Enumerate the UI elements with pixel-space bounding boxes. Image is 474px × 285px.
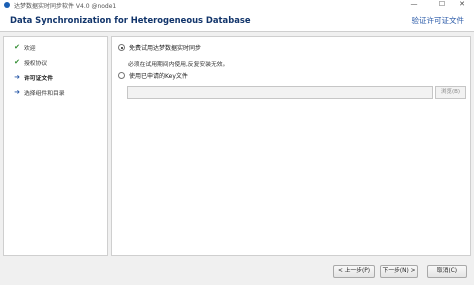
trial-option-label: 免费试用达梦数据实时同步 [129,45,202,52]
previous-button[interactable]: < 上一步(P) [333,265,375,278]
minimize-icon[interactable]: — [402,0,426,10]
key-file-option-label: 使用已申请的Key文件 [129,73,188,80]
key-file-option[interactable]: 使用已申请的Key文件 [118,71,188,80]
next-button[interactable]: 下一步(N) > [380,265,418,278]
step-label: 授权协议 [24,61,48,67]
check-icon: ✔ [14,58,20,66]
key-file-radio[interactable] [118,72,125,79]
current-step-arrow-icon: ➜ [14,73,20,81]
cancel-button[interactable]: 取消(C) [427,265,467,278]
browse-button[interactable]: 浏览(B) [435,86,466,99]
pending-step-arrow-icon: ➜ [14,88,20,96]
license-panel: 免费试用达梦数据实时同步 必须在试用期间内使用,反复安装无效。 使用已申请的Ke… [111,36,471,256]
key-file-path-input[interactable] [127,86,433,99]
step-components-directory: ➜ 选择组件和目录 [4,85,107,100]
product-title: Data Synchronization for Heterogeneous D… [10,15,251,25]
step-label: 选择组件和目录 [24,91,65,97]
step-license-file: ➜ 许可证文件 [4,70,107,85]
page-title: 验证许可证文件 [411,16,465,25]
step-welcome: ✔ 欢迎 [4,40,107,55]
step-license-agreement: ✔ 授权协议 [4,55,107,70]
close-icon[interactable]: ✕ [450,0,474,10]
title-bar: 达梦数据实时同步软件 V4.0 @node1 — ☐ ✕ [0,0,474,10]
steps-sidebar: ✔ 欢迎 ✔ 授权协议 ➜ 许可证文件 ➜ 选择组件和目录 [3,36,108,256]
step-label: 许可证文件 [24,76,53,82]
trial-radio[interactable] [118,44,125,51]
check-icon: ✔ [14,43,20,51]
step-label: 欢迎 [24,46,36,52]
window-title: 达梦数据实时同步软件 V4.0 @node1 [14,2,117,10]
trial-hint: 必须在试用期间内使用,反复安装无效。 [128,62,229,68]
trial-option[interactable]: 免费试用达梦数据实时同步 [118,43,201,52]
app-icon [4,2,10,8]
installer-window: 达梦数据实时同步软件 V4.0 @node1 — ☐ ✕ Data Synchr… [0,0,474,285]
header-banner: Data Synchronization for Heterogeneous D… [0,10,474,32]
